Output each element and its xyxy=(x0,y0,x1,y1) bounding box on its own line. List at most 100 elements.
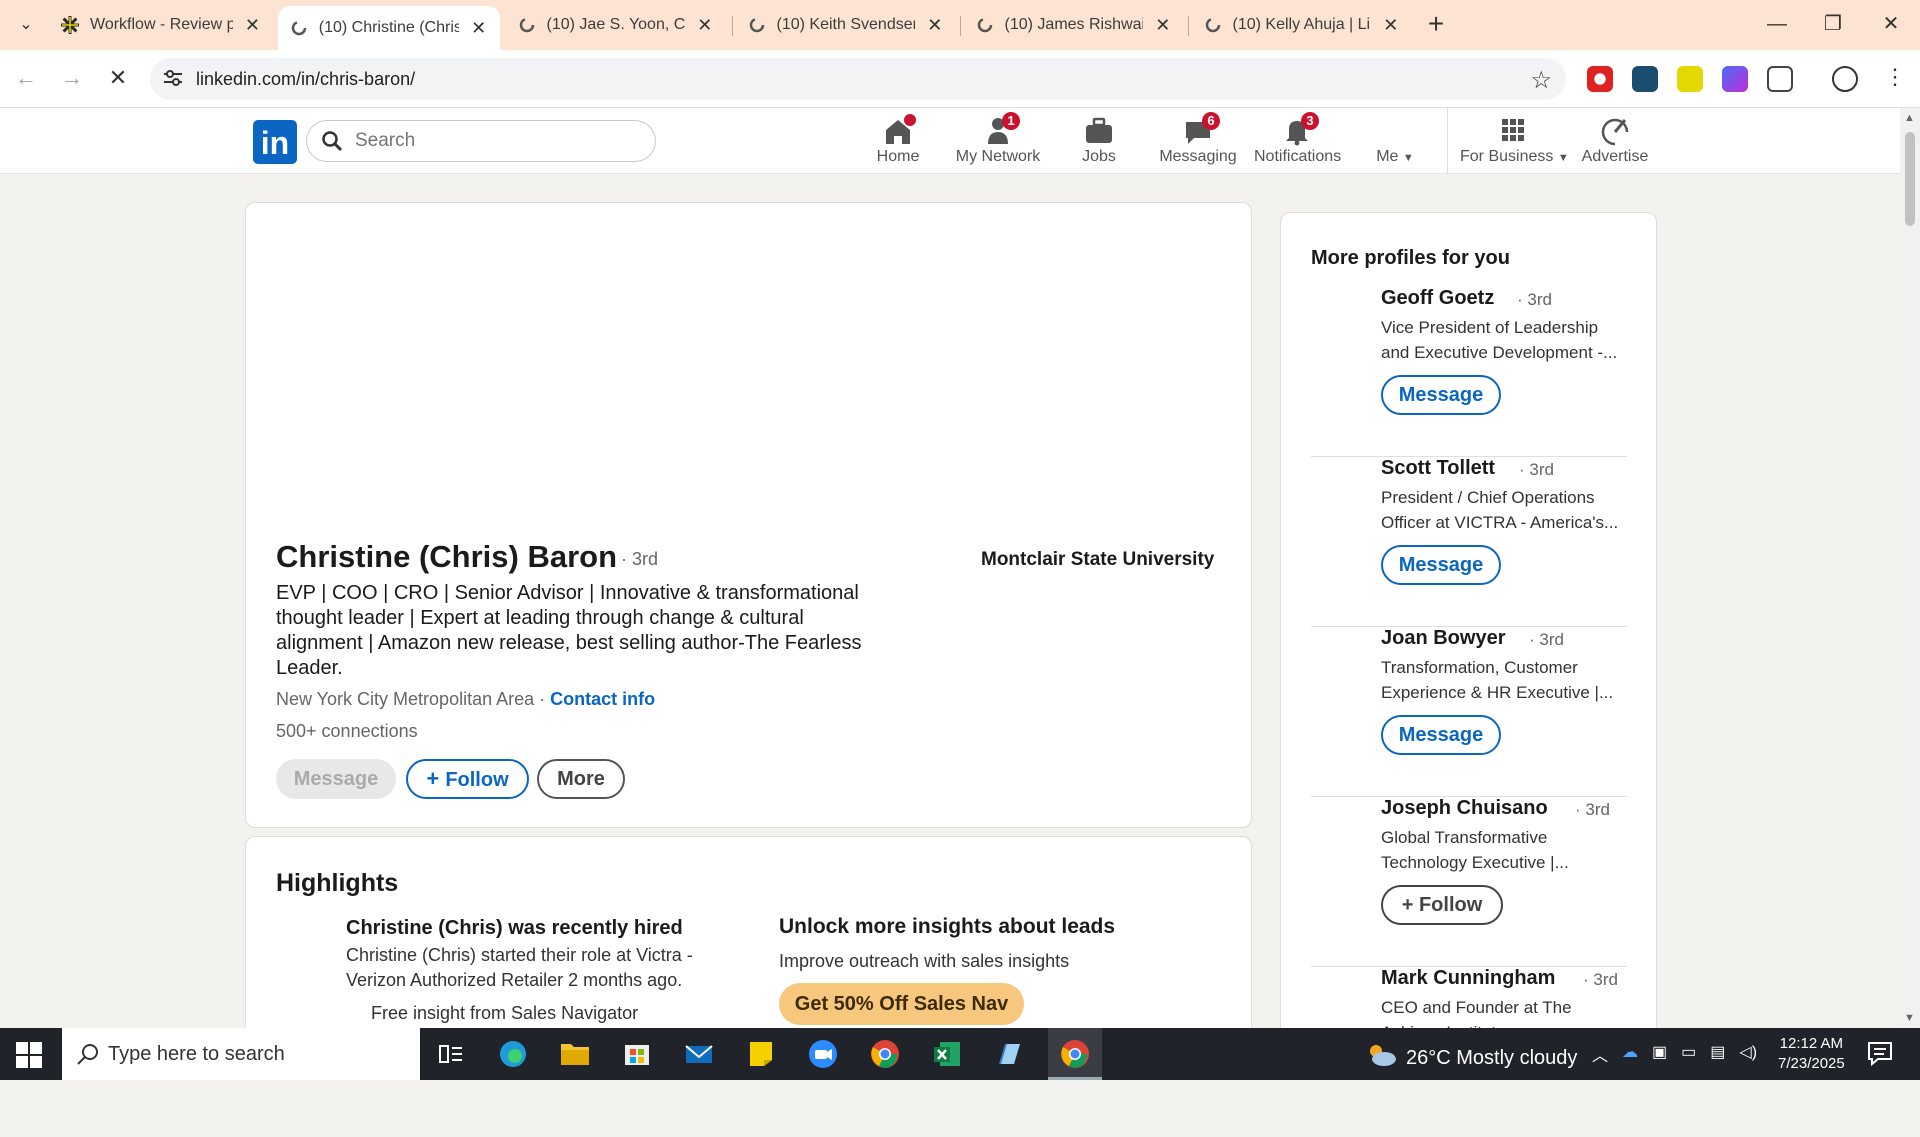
pokeball-extension-icon[interactable] xyxy=(1587,66,1613,92)
avatar[interactable] xyxy=(1311,461,1367,517)
colorful-extension-icon[interactable] xyxy=(1722,66,1748,92)
tab-keith-svendsen[interactable]: (10) Keith Svendsen | ✕ xyxy=(736,6,956,44)
tab-workflow[interactable]: Workflow - Review p ✕ xyxy=(48,6,274,44)
tab-kelly-ahuja[interactable]: (10) Kelly Ahuja | Lin ✕ xyxy=(1192,6,1412,44)
chrome-active-window[interactable] xyxy=(1048,1028,1102,1080)
security-icon[interactable]: ▣ xyxy=(1652,1042,1667,1066)
browser-toolbar: ← → ✕ linkedin.com/in/chris-baron/ ☆ ⋮ xyxy=(0,50,1920,108)
task-view-icon[interactable] xyxy=(434,1038,468,1070)
tab-jae-yoon[interactable]: (10) Jae S. Yoon, CFA ✕ xyxy=(506,6,726,44)
avatar[interactable] xyxy=(1311,971,1367,1027)
close-icon[interactable]: ✕ xyxy=(1381,15,1400,36)
nav-my-network[interactable]: 1 My Network xyxy=(950,112,1046,174)
highlights-title: Highlights xyxy=(276,869,399,897)
sales-nav-offer-button[interactable]: Get 50% Off Sales Nav xyxy=(779,983,1024,1025)
file-explorer-icon[interactable] xyxy=(558,1038,592,1070)
page-scrollbar[interactable]: ▲ ▼ xyxy=(1900,108,1920,1028)
asterisk-extension-icon[interactable] xyxy=(1677,66,1703,92)
browser-menu-icon[interactable]: ⋮ xyxy=(1884,64,1906,90)
tab-james-rishwain[interactable]: (10) James Rishwain ✕ xyxy=(964,6,1184,44)
notification-center-icon[interactable] xyxy=(1866,1040,1896,1068)
back-button[interactable]: ← xyxy=(10,62,42,94)
suggestion-name[interactable]: Scott Tollett xyxy=(1381,457,1495,480)
scroll-up-icon[interactable]: ▲ xyxy=(1904,112,1915,124)
tab-christine-baron[interactable]: (10) Christine (Chris) ✕ xyxy=(278,6,500,50)
suggestion-name[interactable]: Geoff Goetz xyxy=(1381,287,1494,310)
browser-tab-strip: ⌄ Workflow - Review p ✕ (10) Christine (… xyxy=(0,0,1920,50)
forward-button[interactable]: → xyxy=(56,62,88,94)
connections-count: 500+ connections xyxy=(276,721,418,741)
profile-suggestion: Joan Bowyer · 3rd Transformation, Custom… xyxy=(1311,627,1627,797)
scroll-down-icon[interactable]: ▼ xyxy=(1904,1012,1915,1024)
close-icon[interactable]: ✕ xyxy=(695,15,714,36)
chevron-up-icon[interactable]: ︿ xyxy=(1592,1042,1608,1066)
new-tab-button[interactable]: + xyxy=(1420,8,1452,40)
excel-icon[interactable] xyxy=(930,1038,964,1070)
nav-home[interactable]: Home xyxy=(868,114,928,174)
linkedin-search-box[interactable] xyxy=(306,120,656,162)
suggestion-degree: · 3rd xyxy=(1529,630,1564,649)
suggestion-message-button[interactable]: Message xyxy=(1381,545,1501,585)
weather-widget[interactable]: 26°C Mostly cloudy xyxy=(1364,1042,1577,1074)
free-insight-note: Free insight from Sales Navigator xyxy=(371,1003,639,1023)
microsoft-store-icon[interactable] xyxy=(620,1038,654,1070)
close-icon[interactable]: ✕ xyxy=(243,15,262,36)
bookmark-star-icon[interactable]: ☆ xyxy=(1530,66,1552,95)
suggestion-message-button[interactable]: Message xyxy=(1381,715,1501,755)
avatar[interactable] xyxy=(1311,631,1367,687)
minimize-button[interactable]: — xyxy=(1752,6,1802,42)
profile-school[interactable]: Montclair State University xyxy=(981,549,1214,571)
restore-button[interactable]: ❐ xyxy=(1808,6,1858,42)
profile-card: Christine (Chris) Baron · 3rd Montclair … xyxy=(245,202,1252,828)
briefcase-icon xyxy=(1083,116,1115,146)
close-icon[interactable]: ✕ xyxy=(1153,15,1172,36)
profile-headline: EVP | COO | CRO | Senior Advisor | Innov… xyxy=(276,582,862,679)
plus-icon: + xyxy=(426,766,446,791)
puzzle-extensions-icon[interactable] xyxy=(1767,66,1793,92)
more-profiles-title: More profiles for you xyxy=(1311,247,1510,269)
taskbar-clock[interactable]: 12:12 AM 7/23/2025 xyxy=(1778,1034,1845,1074)
search-input[interactable] xyxy=(355,129,635,153)
profile-avatar-icon[interactable] xyxy=(1832,66,1858,92)
screen-extension-icon[interactable] xyxy=(1632,66,1658,92)
linkedin-logo[interactable]: in xyxy=(253,120,297,164)
suggestion-degree: · 3rd xyxy=(1519,460,1554,479)
network-icon[interactable]: ▤ xyxy=(1710,1042,1725,1066)
nav-for-business[interactable]: For Business ▼ xyxy=(1460,116,1569,174)
avatar[interactable] xyxy=(1311,801,1367,857)
zoom-icon[interactable] xyxy=(806,1038,840,1070)
more-button[interactable]: More xyxy=(537,759,625,799)
avatar[interactable] xyxy=(1311,291,1367,347)
windows-start-icon[interactable] xyxy=(16,1042,42,1073)
scrollbar-thumb[interactable] xyxy=(1905,132,1915,226)
taskbar-search-box[interactable]: Type here to search xyxy=(62,1028,420,1080)
nav-advertise[interactable]: Advertise xyxy=(1580,116,1650,174)
notepad-icon[interactable] xyxy=(992,1038,1026,1070)
close-icon[interactable]: ✕ xyxy=(469,18,488,39)
follow-button[interactable]: + Follow xyxy=(406,759,529,799)
message-button[interactable]: Message xyxy=(276,759,396,799)
volume-icon[interactable]: ◁) xyxy=(1739,1042,1757,1066)
site-settings-icon[interactable] xyxy=(162,67,186,91)
close-window-button[interactable]: ✕ xyxy=(1866,6,1916,42)
battery-icon[interactable]: ▭ xyxy=(1681,1042,1696,1066)
suggestion-message-button[interactable]: Message xyxy=(1381,375,1501,415)
tab-search-chevron-icon[interactable]: ⌄ xyxy=(12,10,40,38)
suggestion-follow-button[interactable]: + Follow xyxy=(1381,885,1503,925)
chrome-icon[interactable] xyxy=(868,1038,902,1070)
sticky-notes-icon[interactable] xyxy=(744,1038,778,1070)
suggestion-name[interactable]: Joseph Chuisano xyxy=(1381,797,1548,820)
mail-icon[interactable] xyxy=(682,1038,716,1070)
close-icon[interactable]: ✕ xyxy=(925,15,944,36)
address-bar[interactable]: linkedin.com/in/chris-baron/ ☆ xyxy=(150,58,1566,100)
suggestion-name[interactable]: Joan Bowyer xyxy=(1381,627,1505,650)
edge-icon[interactable] xyxy=(496,1038,530,1070)
nav-notifications[interactable]: 3 Notifications xyxy=(1254,112,1341,174)
nav-messaging[interactable]: 6 Messaging xyxy=(1158,112,1238,174)
suggestion-name[interactable]: Mark Cunningham xyxy=(1381,967,1555,990)
nav-jobs[interactable]: Jobs xyxy=(1074,116,1124,174)
contact-info-link[interactable]: Contact info xyxy=(550,689,655,709)
nav-me[interactable]: Me ▼ xyxy=(1370,116,1420,174)
stop-loading-button[interactable]: ✕ xyxy=(102,62,134,94)
onedrive-icon[interactable]: ☁ xyxy=(1622,1042,1638,1066)
